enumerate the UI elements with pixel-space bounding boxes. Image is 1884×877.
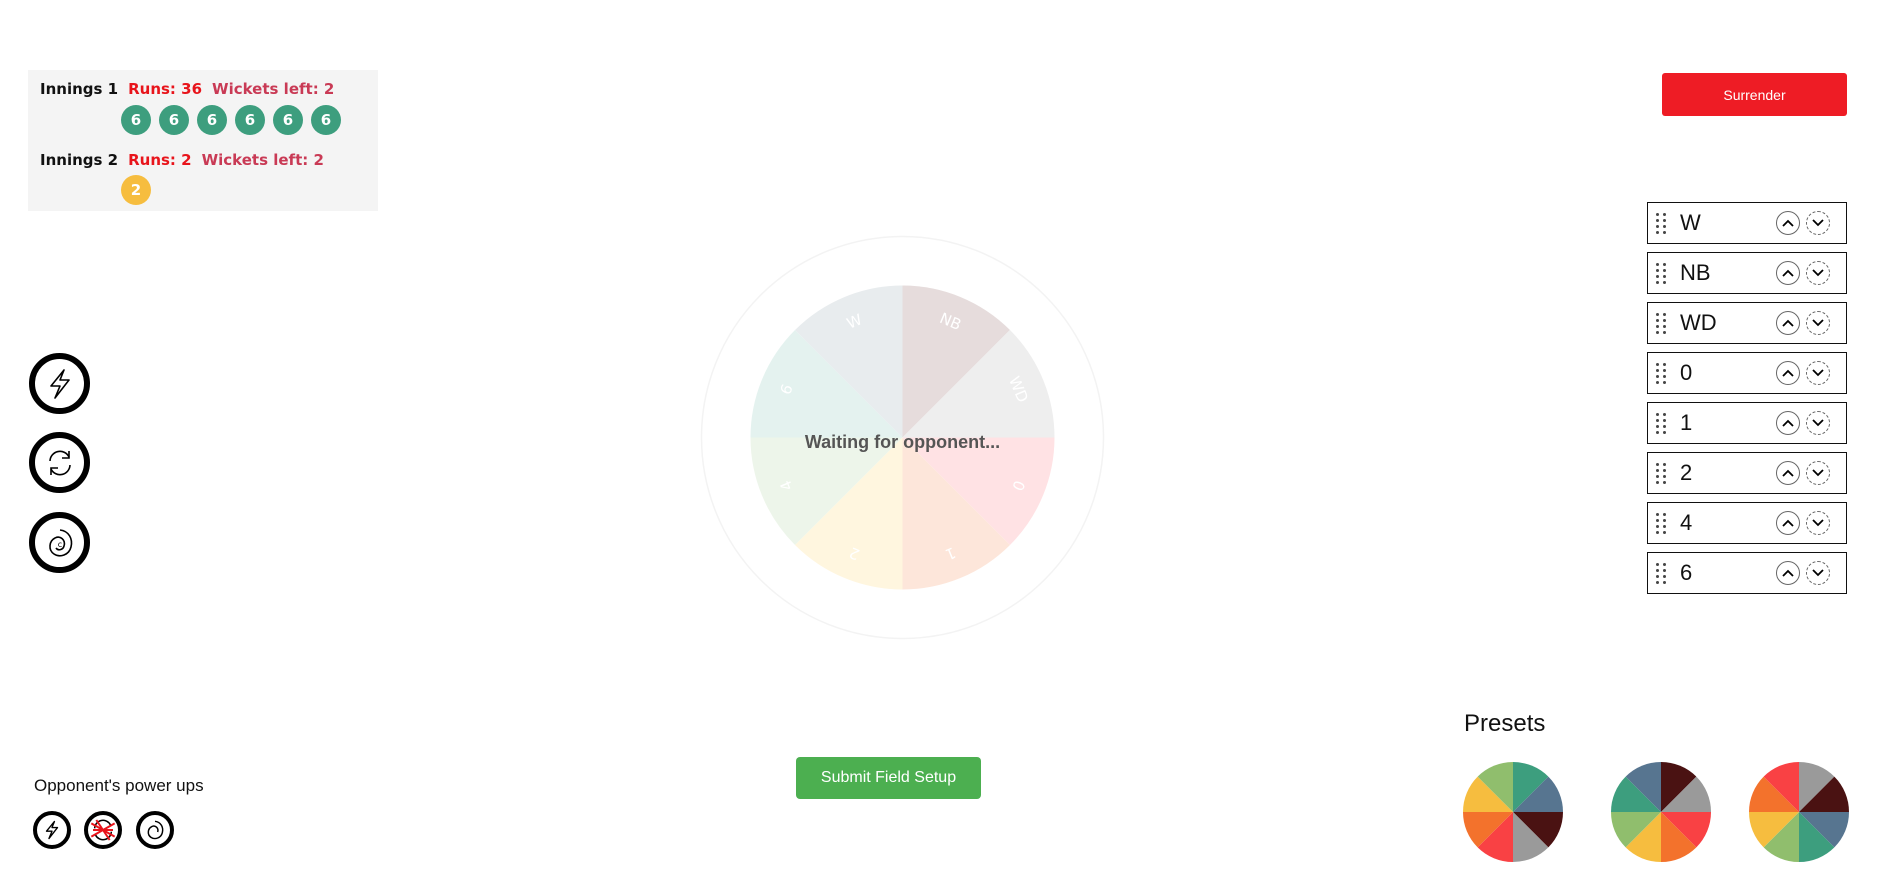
powerup-refresh[interactable] bbox=[29, 432, 90, 493]
ball-result: 6 bbox=[121, 105, 151, 135]
chevron-up-icon bbox=[1782, 369, 1794, 377]
spiral-coin-icon bbox=[147, 820, 164, 840]
move-down-button[interactable] bbox=[1806, 461, 1830, 485]
innings-label: Innings 1 bbox=[40, 80, 119, 98]
order-item-nb[interactable]: NB bbox=[1647, 252, 1847, 294]
move-down-button[interactable] bbox=[1806, 361, 1830, 385]
move-up-button[interactable] bbox=[1776, 461, 1800, 485]
move-up-button[interactable] bbox=[1776, 311, 1800, 335]
drag-handle-icon[interactable] bbox=[1656, 212, 1670, 234]
order-item-label: 1 bbox=[1680, 410, 1693, 435]
move-down-button[interactable] bbox=[1806, 211, 1830, 235]
scoreboard: Innings 1 Runs: 36 Wickets left: 2 6 6 6… bbox=[28, 70, 378, 211]
wickets-text: Wickets left: 2 bbox=[201, 151, 324, 169]
chevron-up-icon bbox=[1782, 469, 1794, 477]
drag-handle-icon[interactable] bbox=[1656, 412, 1670, 434]
ball-result: 6 bbox=[311, 105, 341, 135]
ball-result: 6 bbox=[273, 105, 303, 135]
chevron-down-icon bbox=[1812, 369, 1824, 377]
runs-text: Runs: 36 bbox=[128, 80, 203, 98]
innings-2-summary: Innings 2 Runs: 2 Wickets left: 2 bbox=[40, 151, 324, 169]
drag-handle-icon[interactable] bbox=[1656, 262, 1670, 284]
chevron-down-icon bbox=[1812, 569, 1824, 577]
opponent-powerup-lightning bbox=[33, 811, 71, 849]
preset-wheel-2[interactable] bbox=[1609, 760, 1713, 864]
order-item-label: W bbox=[1680, 210, 1701, 235]
lightning-icon bbox=[49, 368, 70, 399]
waiting-status: Waiting for opponent... bbox=[804, 432, 1001, 452]
move-up-button[interactable] bbox=[1776, 561, 1800, 585]
move-down-button[interactable] bbox=[1806, 511, 1830, 535]
runs-text: Runs: 2 bbox=[128, 151, 192, 169]
presets-title: Presets bbox=[1464, 710, 1546, 737]
chevron-down-icon bbox=[1812, 519, 1824, 527]
move-down-button[interactable] bbox=[1806, 311, 1830, 335]
refresh-icon bbox=[48, 450, 71, 475]
powerup-spiral-coin[interactable]: c bbox=[29, 512, 90, 573]
preset-wheel-1[interactable] bbox=[1461, 760, 1565, 864]
order-item-label: NB bbox=[1680, 260, 1711, 285]
drag-handle-icon[interactable] bbox=[1656, 462, 1670, 484]
preset-wheel-3[interactable] bbox=[1747, 760, 1851, 864]
opponent-powerup-refresh-used bbox=[84, 811, 122, 849]
opponent-powerups-title: Opponent's power ups bbox=[34, 776, 204, 795]
chevron-down-icon bbox=[1812, 269, 1824, 277]
move-up-button[interactable] bbox=[1776, 261, 1800, 285]
chevron-down-icon bbox=[1812, 419, 1824, 427]
drag-handle-icon[interactable] bbox=[1656, 312, 1670, 334]
chevron-down-icon bbox=[1812, 219, 1824, 227]
chevron-up-icon bbox=[1782, 519, 1794, 527]
order-item-4[interactable]: 4 bbox=[1647, 502, 1847, 544]
chevron-up-icon bbox=[1782, 419, 1794, 427]
powerup-lightning[interactable] bbox=[29, 353, 90, 414]
innings-1-balls: 6 6 6 6 6 6 bbox=[121, 105, 341, 135]
opponent-powerup-spiral-coin bbox=[136, 811, 174, 849]
wickets-text: Wickets left: 2 bbox=[212, 80, 335, 98]
move-up-button[interactable] bbox=[1776, 361, 1800, 385]
order-item-label: WD bbox=[1680, 310, 1717, 335]
ball-result: 2 bbox=[121, 175, 151, 205]
order-item-label: 2 bbox=[1680, 460, 1693, 485]
order-item-2[interactable]: 2 bbox=[1647, 452, 1847, 494]
ball-result: 6 bbox=[235, 105, 265, 135]
chevron-down-icon bbox=[1812, 319, 1824, 327]
move-down-button[interactable] bbox=[1806, 411, 1830, 435]
move-down-button[interactable] bbox=[1806, 261, 1830, 285]
move-up-button[interactable] bbox=[1776, 211, 1800, 235]
ball-result: 6 bbox=[159, 105, 189, 135]
drag-handle-icon[interactable] bbox=[1656, 562, 1670, 584]
submit-field-setup-button[interactable]: Submit Field Setup bbox=[796, 757, 981, 799]
order-item-1[interactable]: 1 bbox=[1647, 402, 1847, 444]
move-up-button[interactable] bbox=[1776, 411, 1800, 435]
order-item-6[interactable]: 6 bbox=[1647, 552, 1847, 594]
chevron-up-icon bbox=[1782, 319, 1794, 327]
spiral-coin-icon: c bbox=[48, 528, 72, 557]
drag-handle-icon[interactable] bbox=[1656, 362, 1670, 384]
order-item-label: 6 bbox=[1680, 560, 1693, 585]
innings-1-summary: Innings 1 Runs: 36 Wickets left: 2 bbox=[40, 80, 334, 98]
order-item-w[interactable]: W bbox=[1647, 202, 1847, 244]
innings-label: Innings 2 bbox=[40, 151, 119, 169]
refresh-used-icon bbox=[90, 819, 116, 841]
lightning-icon bbox=[45, 820, 59, 840]
chevron-down-icon bbox=[1812, 469, 1824, 477]
innings-2-balls: 2 bbox=[121, 175, 151, 205]
svg-text:c: c bbox=[57, 540, 61, 549]
order-item-0[interactable]: 0 bbox=[1647, 352, 1847, 394]
order-item-label: 4 bbox=[1680, 510, 1693, 535]
ball-result: 6 bbox=[197, 105, 227, 135]
order-item-wd[interactable]: WD bbox=[1647, 302, 1847, 344]
order-item-label: 0 bbox=[1680, 360, 1693, 385]
chevron-up-icon bbox=[1782, 269, 1794, 277]
chevron-up-icon bbox=[1782, 219, 1794, 227]
drag-handle-icon[interactable] bbox=[1656, 512, 1670, 534]
surrender-button[interactable]: Surrender bbox=[1662, 73, 1847, 116]
chevron-up-icon bbox=[1782, 569, 1794, 577]
move-up-button[interactable] bbox=[1776, 511, 1800, 535]
move-down-button[interactable] bbox=[1806, 561, 1830, 585]
